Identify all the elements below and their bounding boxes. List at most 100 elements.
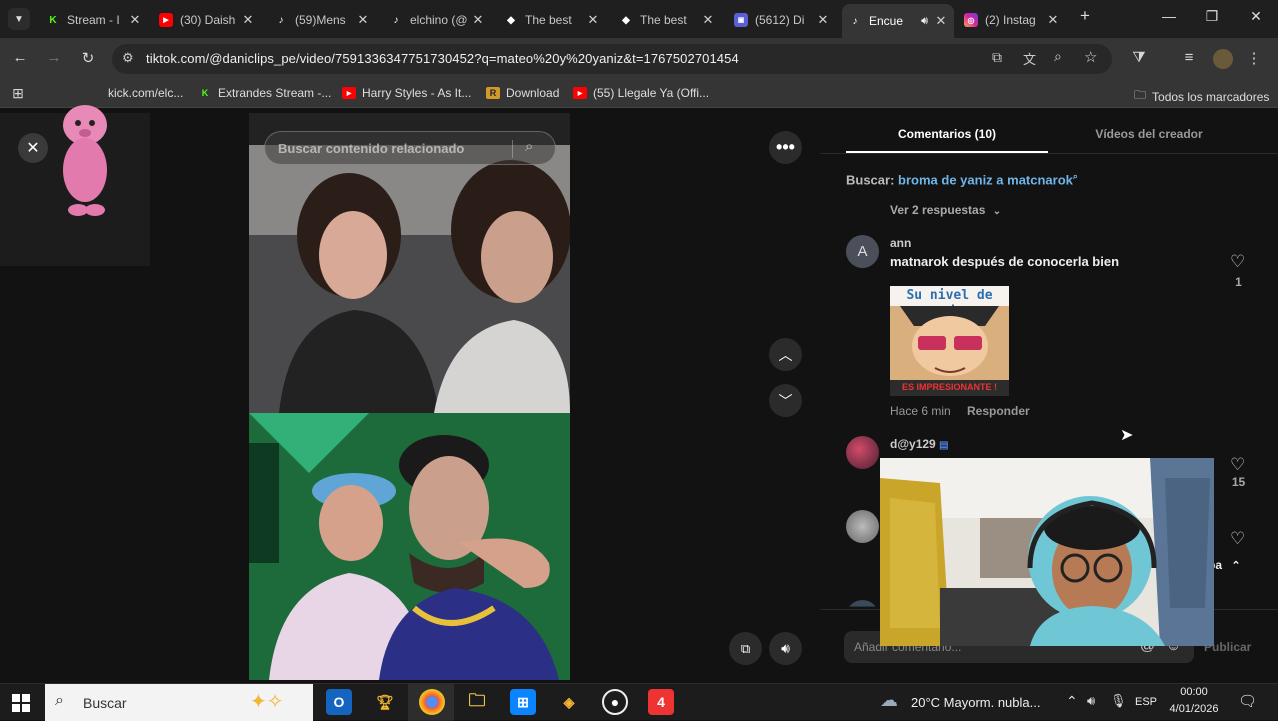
microphone-icon[interactable]: 🎙︎ bbox=[1110, 693, 1127, 709]
translate-icon[interactable]: 文 bbox=[1023, 49, 1036, 68]
search-link[interactable]: broma de yaniz a matcnarok bbox=[898, 172, 1073, 187]
tab-comments[interactable]: Comentarios (10) bbox=[846, 113, 1048, 153]
close-icon[interactable]: ✕ bbox=[241, 12, 255, 28]
extensions-icon[interactable]: ⧩ bbox=[1129, 49, 1149, 66]
bookmark-1[interactable]: K Extrandes Stream -... bbox=[198, 86, 332, 100]
tray-chevron-up-icon[interactable]: ⌃ bbox=[1066, 693, 1078, 710]
site-settings-icon[interactable]: ⚙ bbox=[122, 50, 134, 66]
windows-start-icon[interactable] bbox=[12, 694, 30, 712]
reply-button[interactable]: Responder bbox=[967, 404, 1030, 418]
speaker-icon[interactable]: 🔊︎ bbox=[921, 15, 928, 28]
close-icon[interactable]: ✕ bbox=[816, 12, 830, 28]
back-arrow-icon[interactable]: ← bbox=[10, 49, 30, 66]
tab-strip: ▼ K Stream - I ✕ ▶ (30) Daish ✕ ♪ (59)Me… bbox=[0, 0, 1278, 38]
pip-button[interactable]: ⧉ bbox=[729, 632, 762, 665]
tab-creator-videos[interactable]: Vídeos del creador bbox=[1048, 113, 1250, 153]
bookmark-3[interactable]: R Download bbox=[486, 86, 559, 100]
previous-video-button[interactable]: ︿ bbox=[769, 338, 802, 371]
volume-button[interactable]: 🔊︎ bbox=[769, 632, 802, 665]
app-icon[interactable]: ◈ bbox=[556, 689, 582, 715]
bookmark-4[interactable]: ▶ (55) Llegale Ya (Offi... bbox=[573, 86, 709, 100]
comment-avatar[interactable] bbox=[846, 436, 879, 469]
new-tab-plus-icon[interactable]: + bbox=[1075, 6, 1095, 26]
heart-icon[interactable]: ♡ bbox=[1230, 455, 1245, 475]
video-frame-bottom bbox=[249, 413, 570, 680]
next-video-button[interactable]: ﹀ bbox=[769, 384, 802, 417]
tab-8[interactable]: ◎ (2) Instag ✕ bbox=[958, 6, 1066, 34]
tab-6[interactable]: ▣ (5612) Di ✕ bbox=[728, 6, 836, 34]
zoom-icon[interactable]: ⌕ bbox=[1054, 48, 1062, 65]
like-count: 15 bbox=[1231, 475, 1246, 489]
view-replies-button[interactable]: Ver 2 respuestas ⌄ bbox=[890, 203, 1001, 217]
app4-icon[interactable]: 4 bbox=[648, 689, 674, 715]
search-suggestion[interactable]: Buscar: broma de yaniz a matcnarok⌕ bbox=[846, 171, 1078, 187]
close-video-button[interactable]: ✕ bbox=[18, 133, 48, 163]
pink-character-sticker bbox=[63, 105, 107, 216]
search-icon[interactable]: ⌕ bbox=[525, 138, 533, 155]
file-explorer-icon[interactable]: 🗀 bbox=[464, 689, 490, 715]
weather-icon[interactable]: ☁ bbox=[880, 690, 898, 711]
restore-icon[interactable]: ❐ bbox=[1202, 8, 1222, 25]
tab-2[interactable]: ♪ (59)Mens ✕ bbox=[268, 6, 376, 34]
related-search-box[interactable]: Buscar contenido relacionado ⌕ bbox=[264, 131, 556, 165]
close-icon[interactable]: ✕ bbox=[471, 12, 485, 28]
related-search-placeholder: Buscar contenido relacionado bbox=[278, 141, 465, 156]
obs-icon[interactable]: ● bbox=[602, 689, 628, 715]
tab-3[interactable]: ♪ elchino (@ ✕ bbox=[383, 6, 491, 34]
close-icon[interactable]: ✕ bbox=[586, 12, 600, 28]
forward-arrow-icon[interactable]: → bbox=[44, 49, 64, 66]
volume-icon[interactable]: 🔊︎ bbox=[1087, 693, 1095, 709]
taskbar-search-label: Buscar bbox=[83, 695, 127, 711]
heart-icon[interactable]: ♡ bbox=[1230, 252, 1245, 272]
close-window-icon[interactable]: ✕ bbox=[1246, 8, 1266, 25]
heart-icon[interactable]: ♡ bbox=[1230, 529, 1245, 549]
language-indicator[interactable]: ESP bbox=[1135, 696, 1157, 708]
comment-username[interactable]: ann bbox=[890, 236, 911, 250]
video-still-bottom bbox=[249, 413, 570, 680]
close-icon[interactable]: ✕ bbox=[1046, 12, 1060, 28]
tab-4[interactable]: ◆ The best ✕ bbox=[498, 6, 606, 34]
clock-date[interactable]: 4/01/2026 bbox=[1164, 703, 1224, 715]
video-player[interactable]: Buscar contenido relacionado ⌕ bbox=[249, 113, 570, 680]
video-frame-top bbox=[249, 145, 570, 413]
more-options-button[interactable]: ••• bbox=[769, 131, 802, 164]
close-icon[interactable]: ✕ bbox=[934, 13, 948, 29]
media-controls-icon[interactable]: ≡ bbox=[1179, 49, 1199, 66]
url-text[interactable]: tiktok.com/@daniclips_pe/video/759133634… bbox=[146, 51, 739, 66]
clock-time[interactable]: 00:00 bbox=[1169, 686, 1219, 698]
close-icon[interactable]: ✕ bbox=[701, 12, 715, 28]
profile-avatar[interactable] bbox=[1213, 49, 1233, 69]
tab-7[interactable]: ♪ Encue 🔊︎ ✕ bbox=[842, 4, 954, 38]
all-bookmarks[interactable]: 🗀 Todos los marcadores bbox=[1134, 86, 1269, 107]
comment-avatar[interactable]: A bbox=[846, 235, 879, 268]
weather-text[interactable]: 20°C Mayorm. nubla... bbox=[911, 695, 1040, 710]
bookmark-star-icon[interactable]: ☆ bbox=[1084, 48, 1097, 66]
kick-icon: K bbox=[201, 88, 209, 98]
outlook-icon[interactable]: O bbox=[326, 689, 352, 715]
tiktok-icon: ♪ bbox=[393, 14, 399, 26]
comment-avatar[interactable] bbox=[846, 600, 879, 607]
notifications-icon[interactable]: 🗨︎ bbox=[1238, 692, 1257, 710]
tab-0[interactable]: K Stream - I ✕ bbox=[40, 6, 148, 34]
tab-1[interactable]: ▶ (30) Daish ✕ bbox=[153, 6, 261, 34]
menu-icon[interactable]: ⋮ bbox=[1244, 49, 1264, 67]
close-icon[interactable]: ✕ bbox=[356, 12, 370, 28]
tab-5[interactable]: ◆ The best ✕ bbox=[613, 6, 721, 34]
webcam-feed bbox=[880, 458, 1214, 646]
windows-taskbar: ⌕ Buscar ✦✧ O 🏆︎ 🗀 ⊞ ◈ ● 4 ☁ 20°C Mayorm… bbox=[0, 683, 1278, 721]
search-icon: ⌕ bbox=[55, 692, 64, 709]
comment-username[interactable]: d@y129 ▤ bbox=[890, 437, 949, 451]
trophy-icon[interactable]: 🏆︎ bbox=[372, 689, 398, 715]
bookmark-2[interactable]: ▶ Harry Styles - As It... bbox=[342, 86, 471, 100]
taskbar-search[interactable]: ⌕ Buscar ✦✧ bbox=[45, 684, 313, 721]
comment-image[interactable]: Su nivel de puta ES IMPRESIONANTE ! bbox=[890, 286, 1009, 396]
reload-icon[interactable]: ↻ bbox=[78, 49, 98, 67]
address-bar[interactable]: ⚙ tiktok.com/@daniclips_pe/video/7591336… bbox=[112, 44, 1112, 74]
close-icon[interactable]: ✕ bbox=[128, 12, 142, 28]
cast-icon[interactable]: ⧉ bbox=[992, 49, 1002, 66]
comment-avatar[interactable] bbox=[846, 510, 879, 543]
minimize-icon[interactable]: — bbox=[1159, 8, 1179, 24]
store-icon[interactable]: ⊞ bbox=[510, 689, 536, 715]
apps-grid-icon[interactable]: ⊞ bbox=[8, 85, 28, 102]
tab-search-button[interactable]: ▼ bbox=[8, 8, 30, 30]
